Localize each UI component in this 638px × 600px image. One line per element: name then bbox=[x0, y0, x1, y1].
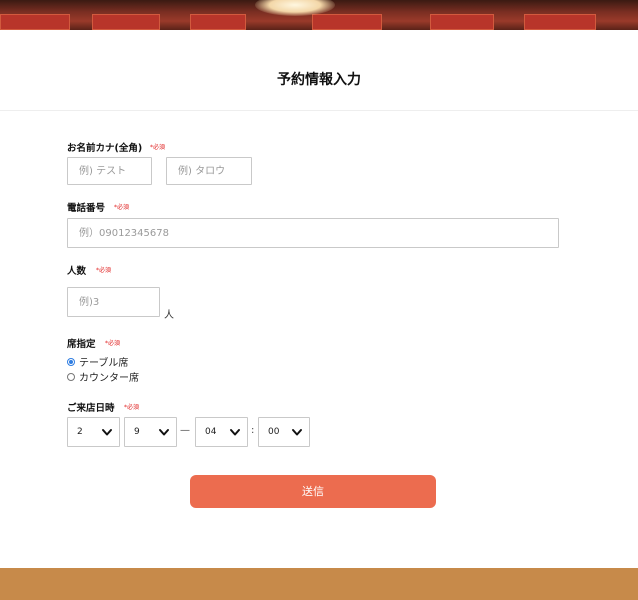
first-name-input[interactable] bbox=[166, 157, 252, 185]
seat-option-table[interactable]: テーブル席 bbox=[67, 354, 128, 369]
page-header: 予約情報入力 bbox=[0, 30, 638, 111]
people-input[interactable] bbox=[67, 287, 160, 317]
radio-checked-icon[interactable] bbox=[67, 357, 75, 366]
name-required-mark: *必須 bbox=[150, 144, 166, 151]
phone-label: 電話番号 bbox=[67, 203, 106, 214]
day-value: 9 bbox=[134, 427, 140, 437]
seat-label: 席指定 bbox=[67, 339, 96, 350]
day-select[interactable]: 9 bbox=[124, 417, 177, 447]
chevron-down-icon bbox=[102, 429, 112, 436]
chevron-down-icon bbox=[230, 429, 240, 436]
minute-select[interactable]: 00 bbox=[258, 417, 310, 447]
submit-button[interactable]: 送信 bbox=[190, 475, 436, 508]
people-label: 人数 bbox=[67, 266, 87, 277]
phone-input[interactable] bbox=[67, 218, 559, 248]
hour-value: 04 bbox=[205, 427, 217, 437]
seat-option-label: テーブル席 bbox=[79, 358, 129, 369]
people-unit: 人 bbox=[164, 310, 174, 321]
month-select[interactable]: 2 bbox=[67, 417, 120, 447]
name-label: お名前カナ(全角) bbox=[67, 143, 143, 154]
radio-unchecked-icon[interactable] bbox=[67, 372, 75, 381]
page-title: 予約情報入力 bbox=[277, 72, 361, 88]
seat-option-label: カウンター席 bbox=[79, 373, 139, 384]
seat-option-counter[interactable]: カウンター席 bbox=[67, 369, 139, 384]
visit-label: ご来店日時 bbox=[67, 403, 115, 414]
minute-value: 00 bbox=[268, 427, 280, 437]
seat-required-mark: *必須 bbox=[105, 340, 121, 347]
footer-bar bbox=[0, 568, 638, 600]
chevron-down-icon bbox=[159, 429, 169, 436]
time-separator: : bbox=[251, 425, 255, 436]
date-time-separator: — bbox=[180, 425, 190, 436]
phone-required-mark: *必須 bbox=[114, 204, 130, 211]
month-value: 2 bbox=[77, 427, 83, 437]
header-banner-image bbox=[0, 0, 638, 30]
people-required-mark: *必須 bbox=[96, 267, 112, 274]
visit-required-mark: *必須 bbox=[124, 404, 140, 411]
hour-select[interactable]: 04 bbox=[195, 417, 248, 447]
chevron-down-icon bbox=[292, 429, 302, 436]
last-name-input[interactable] bbox=[67, 157, 152, 185]
